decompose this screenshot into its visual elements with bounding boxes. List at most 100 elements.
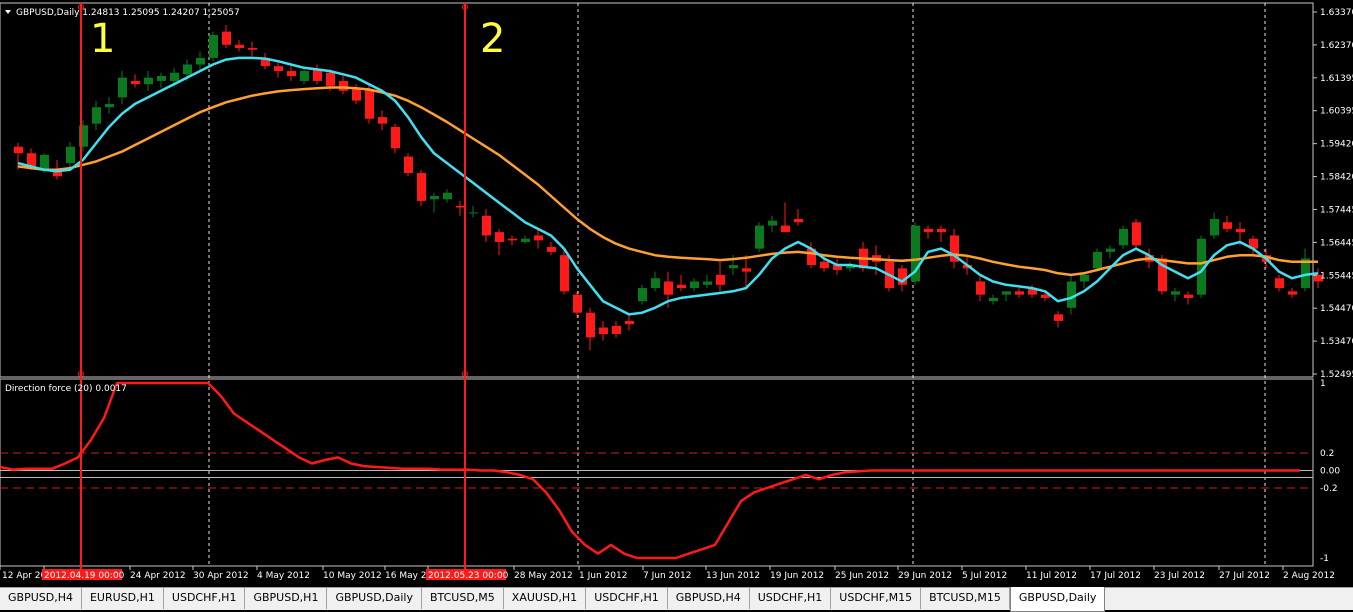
candle-body bbox=[976, 281, 985, 295]
candle-body bbox=[612, 325, 621, 335]
price-axis-label: 1.53470 bbox=[1320, 337, 1353, 347]
indicator-axis-label: 0.00 bbox=[1320, 467, 1340, 477]
candle-body bbox=[586, 312, 595, 338]
symbol-info-label: GBPUSD,Daily 1.24813 1.25095 1.24207 1.2… bbox=[16, 8, 240, 18]
candle-body bbox=[677, 284, 686, 289]
price-axis-label: 1.56445 bbox=[1320, 238, 1353, 248]
candle-body bbox=[703, 281, 712, 285]
chart-area[interactable]: 1.63370 1.62370 1.61395 1.60395 1.59420 1.584… bbox=[0, 0, 1353, 587]
candle-body bbox=[1119, 228, 1128, 246]
price-axis-label: 1.60395 bbox=[1320, 107, 1353, 117]
candle-body bbox=[508, 238, 517, 241]
time-axis-label: 25 Jun 2012 bbox=[835, 571, 889, 581]
candle-body bbox=[1236, 228, 1245, 233]
candle-body bbox=[14, 146, 23, 154]
candle-body bbox=[92, 107, 101, 124]
candle-body bbox=[482, 215, 491, 236]
candle-body bbox=[300, 71, 309, 81]
time-axis-label: 1 Jun 2012 bbox=[579, 571, 627, 581]
marker-label-1: 1 bbox=[90, 16, 115, 62]
price-axis-label: 1.55445 bbox=[1320, 271, 1353, 281]
candle-body bbox=[209, 34, 218, 58]
candle-body bbox=[1015, 291, 1024, 295]
candle-body bbox=[1288, 291, 1297, 295]
chart-tab[interactable]: EURUSD,H1 bbox=[82, 588, 164, 609]
chart-tab[interactable]: USDCHF,M15 bbox=[831, 588, 922, 609]
indicator-axis-label: 1 bbox=[1320, 379, 1326, 389]
candle-body bbox=[157, 75, 166, 81]
chart-tab[interactable]: GBPUSD,H4 bbox=[0, 588, 82, 609]
marker-label-2: 2 bbox=[480, 16, 505, 62]
indicator-name-label: Direction force (20) 0.0017 bbox=[5, 384, 127, 394]
time-axis-label: 24 Apr 2012 bbox=[130, 571, 186, 581]
candle-body bbox=[547, 246, 556, 252]
chart-tab[interactable]: GBPUSD,Daily bbox=[327, 588, 422, 609]
candle-body bbox=[326, 72, 335, 86]
indicator-axis-label: 0.2 bbox=[1320, 449, 1334, 459]
candle-body bbox=[690, 281, 699, 289]
candle-body bbox=[820, 261, 829, 269]
candle-body bbox=[404, 156, 413, 173]
time-axis-label: 19 Jun 2012 bbox=[770, 571, 824, 581]
time-axis-label: 2012.05.23 00:00 bbox=[428, 571, 509, 581]
chart-tab[interactable]: GBPUSD,Daily bbox=[1009, 587, 1106, 612]
candle-body bbox=[469, 212, 478, 214]
time-axis-label: 12 Apr 20 bbox=[2, 571, 46, 581]
candle-body bbox=[1171, 291, 1180, 295]
price-axis-label: 1.59420 bbox=[1320, 140, 1353, 150]
candle-body bbox=[365, 89, 374, 119]
price-axis-label: 1.58420 bbox=[1320, 173, 1353, 183]
candle-body bbox=[118, 77, 127, 98]
time-axis-label: 7 Jun 2012 bbox=[643, 571, 691, 581]
indicator-frame bbox=[0, 378, 1314, 567]
chart-tab[interactable]: XAUUSD,H1 bbox=[504, 588, 587, 609]
chart-tab[interactable]: USDCHF,H1 bbox=[750, 588, 832, 609]
candle-body bbox=[1275, 278, 1284, 289]
candle-body bbox=[1223, 222, 1232, 229]
indicator-axis-label: -1 bbox=[1320, 554, 1329, 564]
candle-body bbox=[729, 265, 738, 269]
candle-body bbox=[560, 255, 569, 292]
candle-body bbox=[131, 80, 140, 85]
candle-body bbox=[521, 238, 530, 243]
candle-body bbox=[495, 232, 504, 243]
candle-body bbox=[196, 57, 205, 65]
time-axis-label: 11 Jul 2012 bbox=[1026, 571, 1077, 581]
time-axis-label: 2 Aug 2012 bbox=[1283, 571, 1335, 581]
candle-body bbox=[66, 146, 75, 164]
chart-tab[interactable]: GBPUSD,H1 bbox=[245, 588, 328, 609]
candle-body bbox=[1067, 281, 1076, 308]
candle-body bbox=[651, 278, 660, 289]
candle-body bbox=[794, 219, 803, 223]
candle-body bbox=[989, 297, 998, 302]
candle-body bbox=[274, 66, 283, 72]
time-axis-label: 30 Apr 2012 bbox=[193, 571, 249, 581]
candle-body bbox=[105, 103, 114, 108]
candle-body bbox=[352, 89, 361, 101]
candle-body bbox=[248, 48, 257, 50]
dropdown-triangle-icon[interactable] bbox=[5, 10, 11, 14]
candle-body bbox=[27, 153, 36, 167]
chart-tab[interactable]: USDCHF,H1 bbox=[586, 588, 668, 609]
time-axis-label: 2012.04.19 00:00 bbox=[44, 571, 125, 581]
chart-tab[interactable]: GBPUSD,H4 bbox=[668, 588, 750, 609]
candle-body bbox=[430, 196, 439, 200]
candle-body bbox=[625, 320, 634, 325]
candle-body bbox=[755, 225, 764, 249]
candle-body bbox=[170, 72, 179, 81]
candle-body bbox=[287, 71, 296, 76]
candle-body bbox=[1093, 251, 1102, 269]
chart-tab[interactable]: USDCHF,H1 bbox=[164, 588, 246, 609]
candle-body bbox=[716, 274, 725, 285]
candle-body bbox=[313, 69, 322, 81]
candle-body bbox=[638, 288, 647, 302]
candle-body bbox=[456, 205, 465, 208]
candle-body bbox=[417, 172, 426, 201]
chart-tab[interactable]: BTCUSD,M15 bbox=[921, 588, 1010, 609]
time-axis-label: 4 May 2012 bbox=[257, 571, 310, 581]
candle-body bbox=[144, 77, 153, 85]
chart-tab[interactable]: BTCUSD,M5 bbox=[422, 588, 504, 609]
candle-body bbox=[391, 126, 400, 149]
time-axis-label: 27 Jul 2012 bbox=[1219, 571, 1270, 581]
candle-body bbox=[781, 225, 790, 233]
